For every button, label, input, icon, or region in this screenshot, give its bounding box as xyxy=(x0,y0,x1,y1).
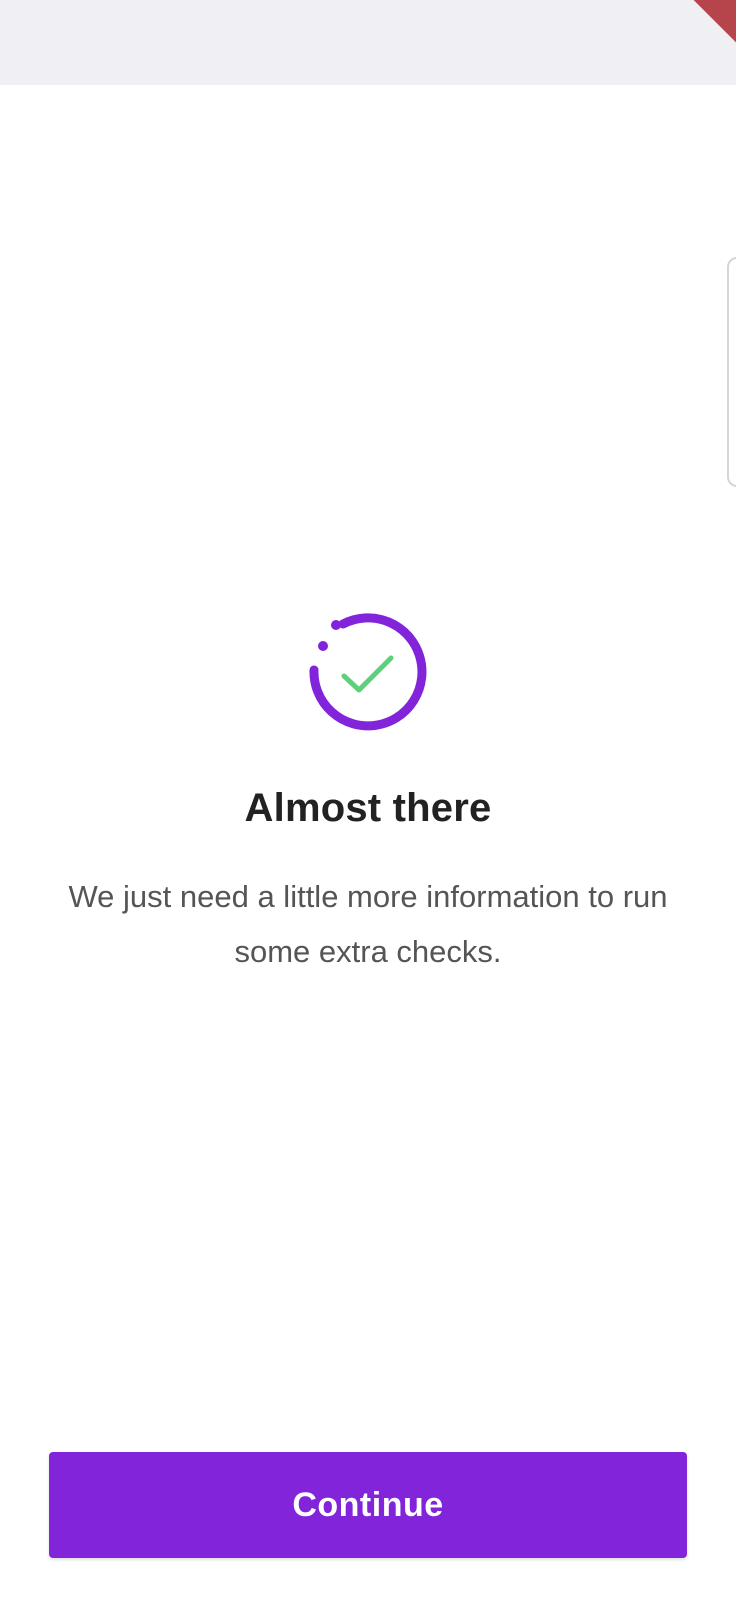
top-bar xyxy=(0,0,736,85)
page-description: We just need a little more information t… xyxy=(68,879,668,969)
side-drawer-handle[interactable] xyxy=(727,257,736,487)
almost-there-screen: Almost there We just need a little more … xyxy=(0,0,736,1608)
page-title: Almost there xyxy=(244,786,492,830)
continue-button[interactable]: Continue xyxy=(49,1452,687,1558)
progress-check-icon xyxy=(302,608,432,738)
corner-ribbon xyxy=(693,0,736,43)
